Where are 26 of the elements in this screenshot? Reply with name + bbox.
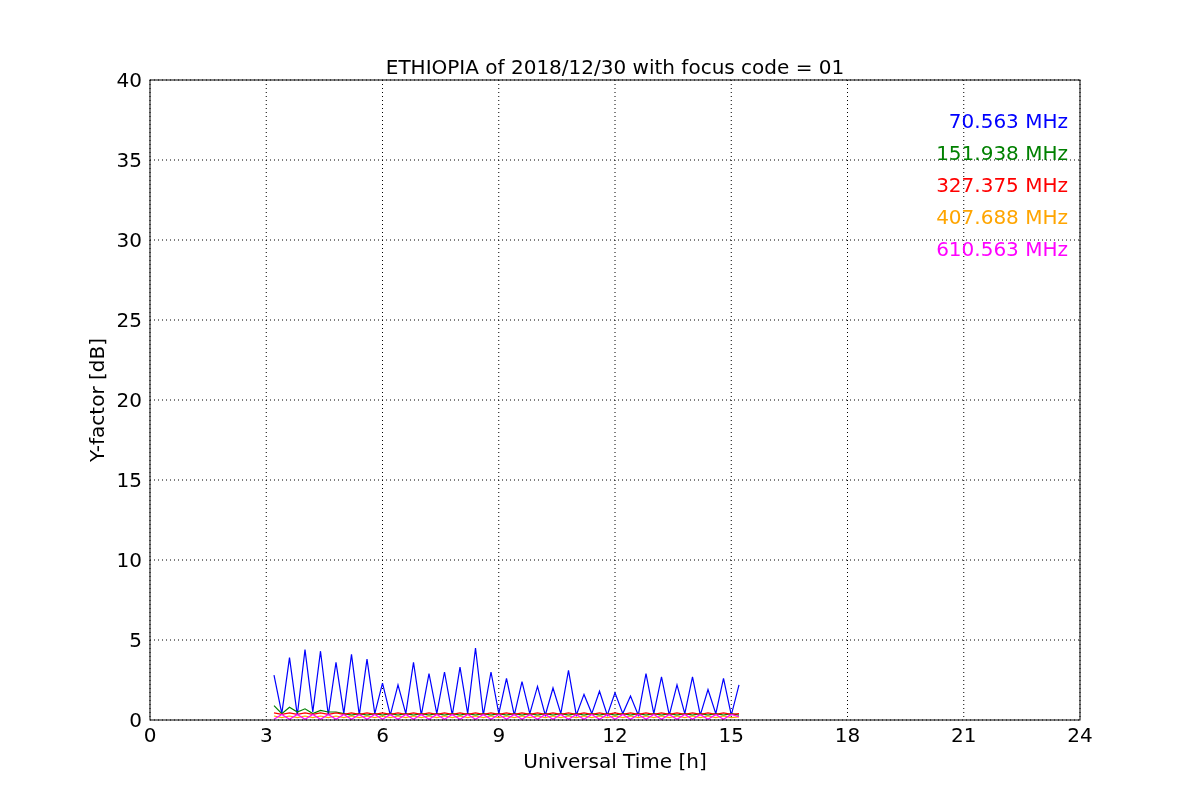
legend-label: 151.938 MHz	[936, 141, 1068, 165]
x-tick-label: 21	[951, 723, 977, 747]
y-tick-label: 30	[116, 228, 142, 252]
x-tick-label: 15	[718, 723, 744, 747]
legend-label: 327.375 MHz	[936, 173, 1068, 197]
x-tick-label: 18	[834, 723, 861, 747]
legend-label: 70.563 MHz	[948, 109, 1068, 133]
legend-label: 407.688 MHz	[936, 205, 1068, 229]
x-tick-label: 12	[602, 723, 628, 747]
y-tick-label: 15	[116, 468, 142, 492]
x-tick-label: 9	[492, 723, 506, 747]
y-tick-label: 20	[116, 388, 142, 412]
y-tick-label: 5	[129, 628, 142, 652]
y-tick-label: 10	[116, 548, 142, 572]
x-tick-label: 6	[376, 723, 389, 747]
x-tick-label: 0	[143, 723, 157, 747]
y-tick-label: 0	[129, 708, 142, 732]
x-tick-label: 24	[1067, 723, 1093, 747]
y-tick-label: 35	[116, 148, 142, 172]
y-axis-label: Y-factor [dB]	[85, 338, 109, 462]
legend-label: 610.563 MHz	[936, 237, 1068, 261]
y-tick-label: 25	[116, 308, 142, 332]
y-tick-label: 40	[116, 68, 142, 92]
x-tick-label: 3	[259, 723, 273, 747]
chart-title: ETHIOPIA of 2018/12/30 with focus code = 01	[385, 55, 845, 79]
x-axis-label: Universal Time [h]	[523, 749, 707, 773]
